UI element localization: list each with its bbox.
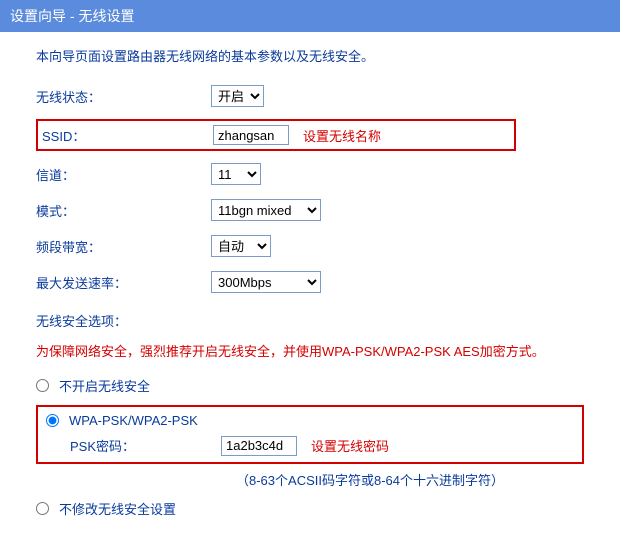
label-psk: PSK密码： [70,436,221,455]
wpa-highlight-box: WPA-PSK/WPA2-PSK PSK密码： 设置无线密码 [36,405,584,464]
radio-option-nochange[interactable]: 不修改无线安全设置 [36,499,584,518]
psk-hint-text: （8-63个ACSII码字符或8-64个十六进制字符） [236,470,584,489]
radio-nochange[interactable] [36,502,49,515]
label-channel: 信道： [36,165,211,184]
radio-option-wpa[interactable]: WPA-PSK/WPA2-PSK [46,413,574,428]
ssid-highlight-box: SSID： 设置无线名称 [36,119,516,151]
row-channel: 信道： 11 [36,161,584,187]
window-titlebar: 设置向导 - 无线设置 [0,0,620,32]
select-mode[interactable]: 11bgn mixed [211,199,321,221]
label-wireless-state: 无线状态： [36,87,211,106]
annotation-ssid: 设置无线名称 [303,126,381,145]
select-tx-rate[interactable]: 300Mbps [211,271,321,293]
select-bandwidth[interactable]: 自动 [211,235,271,257]
row-psk: PSK密码： 设置无线密码 [70,436,574,456]
security-section-title: 无线安全选项： [36,311,584,330]
radio-wpa[interactable] [46,414,59,427]
radio-nochange-label: 不修改无线安全设置 [59,499,176,518]
label-mode: 模式： [36,201,211,220]
label-ssid: SSID： [38,126,213,145]
label-tx-rate: 最大发送速率： [36,273,211,292]
row-tx-rate: 最大发送速率： 300Mbps [36,269,584,295]
radio-option-none[interactable]: 不开启无线安全 [36,376,584,395]
annotation-psk: 设置无线密码 [311,436,389,455]
label-bandwidth: 频段带宽： [36,237,211,256]
input-psk[interactable] [221,436,297,456]
intro-text: 本向导页面设置路由器无线网络的基本参数以及无线安全。 [36,46,584,65]
radio-none[interactable] [36,379,49,392]
input-ssid[interactable] [213,125,289,145]
radio-none-label: 不开启无线安全 [59,376,150,395]
select-channel[interactable]: 11 [211,163,261,185]
content-area: 本向导页面设置路由器无线网络的基本参数以及无线安全。 无线状态： 开启 SSID… [0,32,620,538]
row-bandwidth: 频段带宽： 自动 [36,233,584,259]
window-title: 设置向导 - 无线设置 [10,8,134,24]
select-wireless-state[interactable]: 开启 [211,85,264,107]
row-mode: 模式： 11bgn mixed [36,197,584,223]
row-wireless-state: 无线状态： 开启 [36,83,584,109]
radio-wpa-label: WPA-PSK/WPA2-PSK [69,413,198,428]
security-warning-text: 为保障网络安全，强烈推荐开启无线安全，并使用WPA-PSK/WPA2-PSK A… [36,342,584,362]
